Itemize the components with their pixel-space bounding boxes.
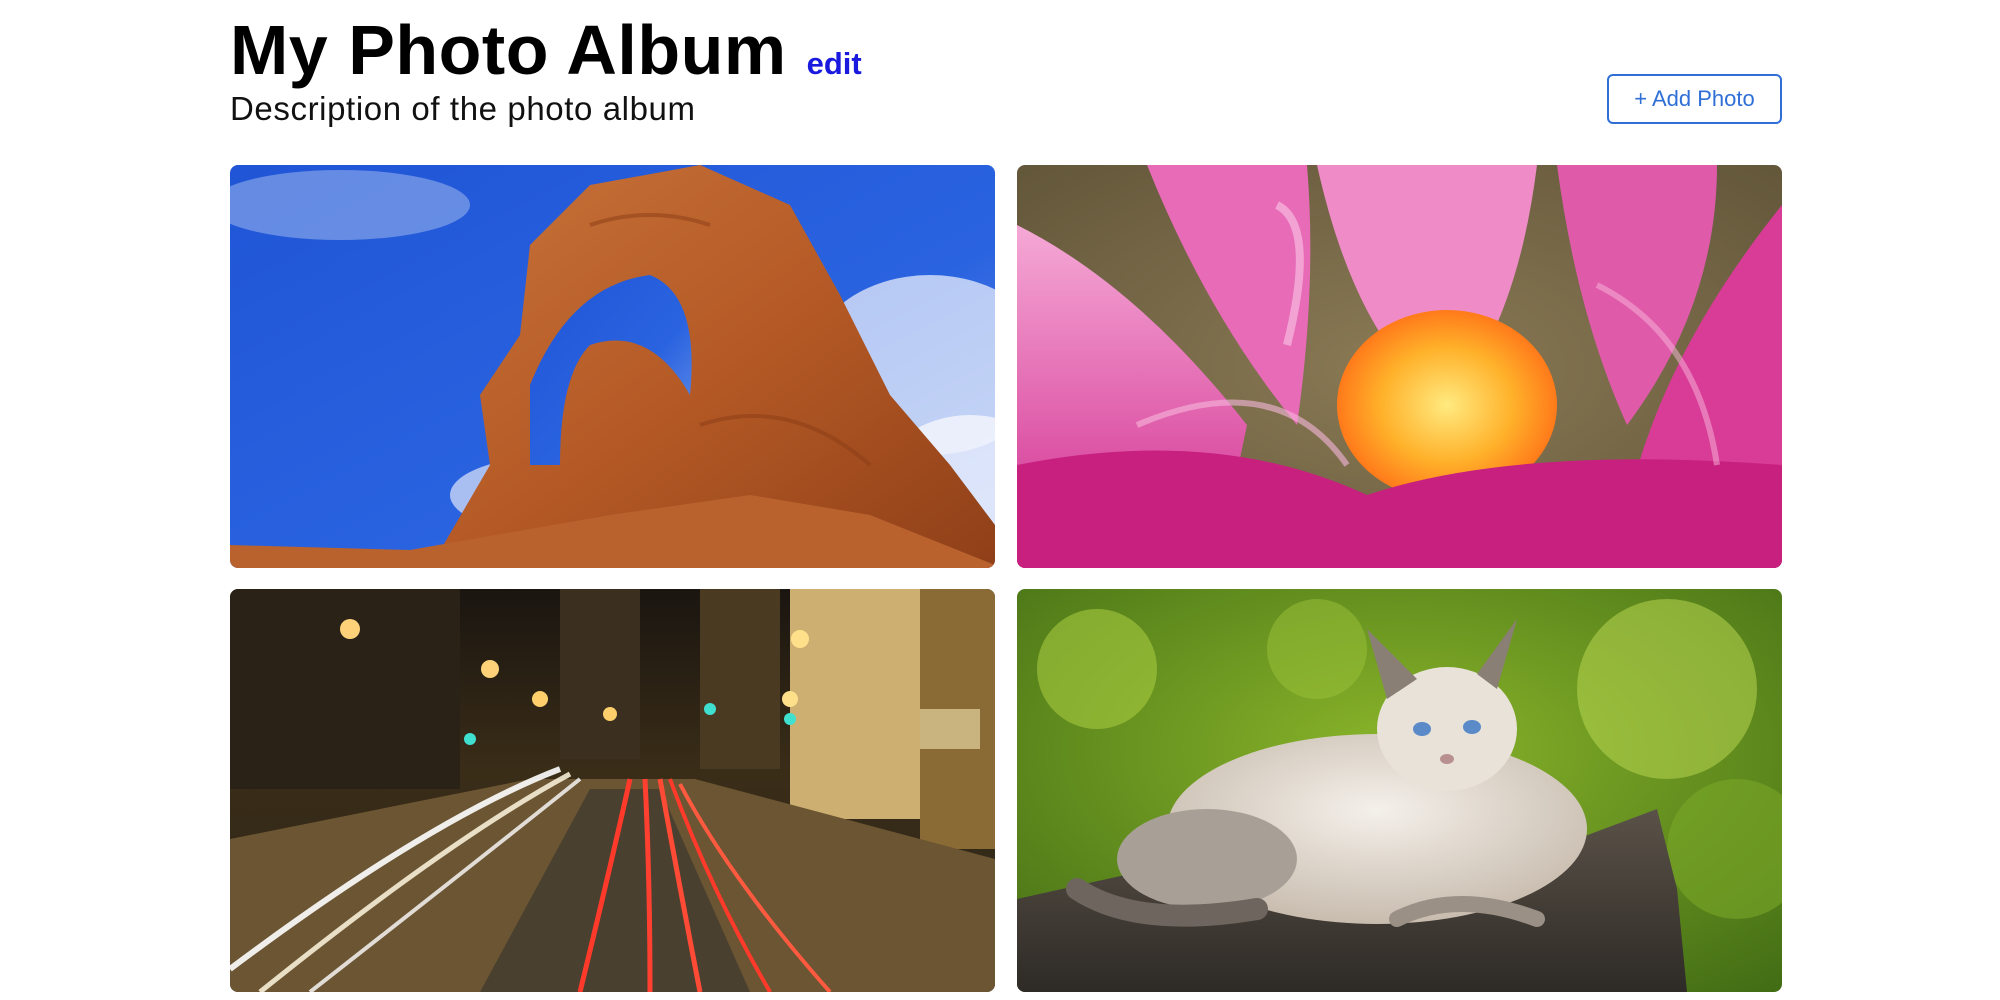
album-title: My Photo Album xyxy=(230,11,787,89)
edit-link[interactable]: edit xyxy=(807,46,862,82)
cat-photo xyxy=(1017,589,1782,992)
arch-photo xyxy=(230,165,995,568)
album-header: My Photo Album edit Description of the p… xyxy=(230,0,1782,165)
photo-tile[interactable] xyxy=(1017,589,1782,992)
lotus-photo xyxy=(1017,165,1782,568)
add-photo-button[interactable]: + Add Photo xyxy=(1607,74,1782,124)
photo-tile[interactable] xyxy=(1017,165,1782,568)
title-row: My Photo Album edit xyxy=(230,10,862,90)
photo-grid xyxy=(230,165,1782,992)
photo-tile[interactable] xyxy=(230,589,995,992)
city-night-photo xyxy=(230,589,995,992)
album-description: Description of the photo album xyxy=(230,90,696,127)
photo-tile[interactable] xyxy=(230,165,995,568)
photo-album-page: My Photo Album edit Description of the p… xyxy=(0,0,2000,1000)
